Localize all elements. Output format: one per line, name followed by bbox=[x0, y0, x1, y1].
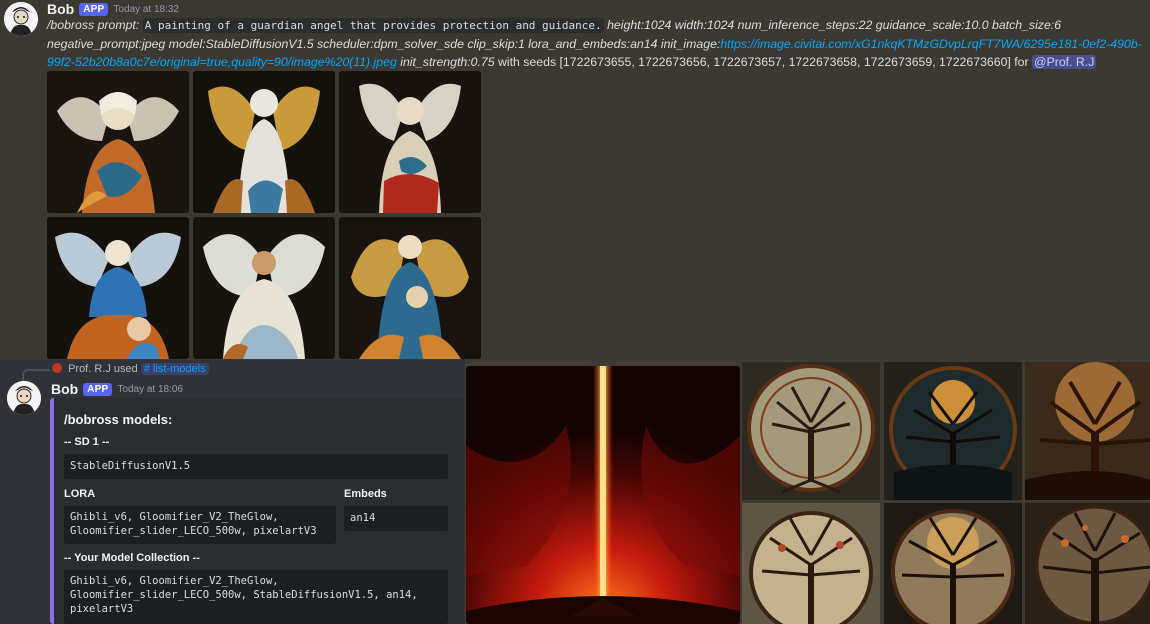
init-strength: init_strength:0.75 bbox=[400, 55, 495, 69]
angel-image-2[interactable] bbox=[193, 71, 335, 213]
prompt-code: A painting of a guardian angel that prov… bbox=[142, 18, 604, 33]
avatar-icon bbox=[4, 2, 38, 36]
message-header: Bob APP Today at 18:06 bbox=[51, 381, 183, 397]
angel-painting-icon bbox=[47, 217, 189, 359]
tree-painting-icon bbox=[742, 362, 880, 500]
angel-image-5[interactable] bbox=[193, 217, 335, 359]
user-mention[interactable]: @Prof. R.J bbox=[1032, 55, 1097, 69]
collection-line: Ghibli_v6, Gloomifier_V2_TheGlow, bbox=[70, 575, 279, 587]
angel-painting-icon bbox=[193, 217, 335, 359]
angel-image-6[interactable] bbox=[339, 217, 481, 359]
username[interactable]: Bob bbox=[51, 381, 78, 397]
command-reply-line: Prof. R.J used # list-models bbox=[52, 363, 209, 375]
tree-of-life-image-1[interactable] bbox=[742, 362, 880, 500]
app-badge: APP bbox=[79, 2, 109, 16]
sd-models-code: StableDiffusionV1.5 bbox=[64, 454, 448, 479]
reply-connector bbox=[22, 369, 50, 381]
reply-username[interactable]: Prof. R.J bbox=[68, 363, 111, 375]
collection-line: pixelartV3 bbox=[70, 603, 134, 615]
tree-of-life-image-4[interactable] bbox=[742, 503, 880, 624]
tree-painting-icon bbox=[1025, 503, 1150, 624]
lava-painting-icon bbox=[466, 366, 740, 624]
message-header: Bob APP Today at 18:32 bbox=[47, 1, 179, 17]
reply-user-icon bbox=[52, 363, 62, 373]
seeds-text: with seeds [1722673655, 1722673656, 1722… bbox=[498, 55, 1029, 69]
tree-painting-icon bbox=[884, 362, 1022, 500]
sd-header: -- SD 1 -- bbox=[64, 436, 110, 448]
lora-line: Gloomifier_slider_LECO_500w, pixelartV3 bbox=[70, 525, 317, 537]
tree-painting-icon bbox=[884, 503, 1022, 624]
angel-painting-icon bbox=[193, 71, 335, 213]
lora-header: LORA bbox=[64, 488, 96, 500]
angel-image-gallery bbox=[47, 71, 481, 359]
collection-line: Gloomifier_slider_LECO_500w, StableDiffu… bbox=[70, 589, 418, 601]
lora-code: Ghibli_v6, Gloomifier_V2_TheGlow, Gloomi… bbox=[64, 506, 336, 544]
angel-image-4[interactable] bbox=[47, 217, 189, 359]
collection-code: Ghibli_v6, Gloomifier_V2_TheGlow, Gloomi… bbox=[64, 570, 448, 624]
embed-title: /bobross models: bbox=[64, 412, 173, 427]
username[interactable]: Bob bbox=[47, 1, 74, 17]
tree-painting-icon bbox=[742, 503, 880, 624]
tree-of-life-image-2[interactable] bbox=[884, 362, 1022, 500]
avatar-icon bbox=[7, 381, 41, 415]
command-name: /bobross prompt: bbox=[47, 18, 140, 32]
app-badge: APP bbox=[83, 382, 113, 396]
models-embed: /bobross models: -- SD 1 -- StableDiffus… bbox=[50, 398, 464, 624]
tree-of-life-image-5[interactable] bbox=[884, 503, 1022, 624]
timestamp[interactable]: Today at 18:32 bbox=[113, 4, 179, 15]
embeds-code: an14 bbox=[344, 506, 448, 531]
bob-avatar[interactable] bbox=[7, 381, 41, 415]
angel-painting-icon bbox=[339, 217, 481, 359]
embeds-header: Embeds bbox=[344, 488, 387, 500]
bob-avatar[interactable] bbox=[4, 2, 38, 36]
tree-of-life-image-6[interactable] bbox=[1025, 503, 1150, 624]
angel-image-1[interactable] bbox=[47, 71, 189, 213]
tree-of-life-image-3[interactable] bbox=[1025, 362, 1150, 500]
angel-painting-icon bbox=[47, 71, 189, 213]
collection-header: -- Your Model Collection -- bbox=[64, 552, 200, 564]
slash-command-link[interactable]: # list-models bbox=[140, 363, 209, 375]
reply-verb: used bbox=[113, 363, 138, 375]
lora-line: Ghibli_v6, Gloomifier_V2_TheGlow, bbox=[70, 511, 279, 523]
lava-fissure-image[interactable] bbox=[466, 366, 740, 624]
tree-painting-icon bbox=[1025, 362, 1150, 500]
angel-painting-icon bbox=[339, 71, 481, 213]
angel-image-3[interactable] bbox=[339, 71, 481, 213]
timestamp[interactable]: Today at 18:06 bbox=[117, 384, 183, 395]
command-text: /bobross prompt: A painting of a guardia… bbox=[47, 16, 1147, 71]
